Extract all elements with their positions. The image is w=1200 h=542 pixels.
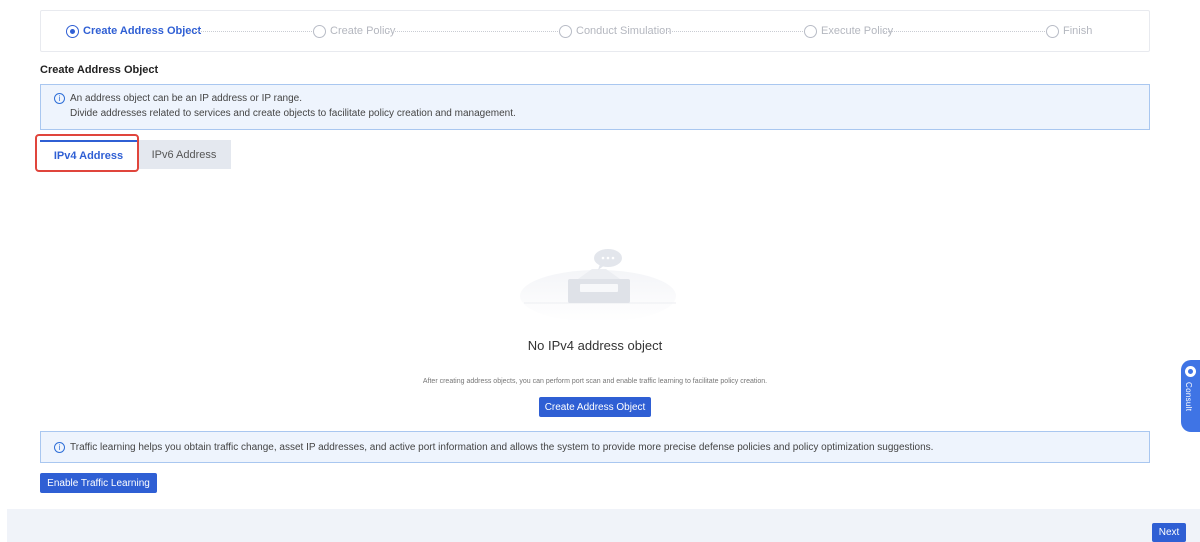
consult-button[interactable]: Consult [1181,360,1200,432]
create-address-object-button[interactable]: Create Address Object [539,397,651,417]
info-text-line1: An address object can be an IP address o… [70,93,303,104]
info-text-line2: Divide addresses related to services and… [70,108,516,119]
step-connector [662,31,803,32]
step-connector [388,31,558,32]
step-pending-icon [1046,24,1059,38]
step-label: Create Policy [330,25,396,37]
info-icon: i [54,93,65,104]
empty-state-description: After creating address objects, you can … [422,378,768,385]
empty-inbox-illustration-icon [520,249,676,322]
step-create-address-object: Create Address Object [66,11,201,51]
info-icon: i [54,442,65,453]
step-pending-icon [313,24,326,38]
enable-traffic-learning-button[interactable]: Enable Traffic Learning [40,473,157,493]
next-button[interactable]: Next [1152,523,1186,542]
address-object-info-box: i An address object can be an IP address… [40,84,1150,130]
tab-ipv4-address[interactable]: IPv4 Address [40,140,137,169]
consult-label: Consult [1184,382,1193,412]
step-connector [883,31,1045,32]
empty-state-title: No IPv4 address object [527,338,663,353]
section-title: Create Address Object [40,64,159,76]
footer-bar [7,509,1200,542]
chat-icon [1185,366,1196,377]
step-label: Create Address Object [83,25,202,37]
step-create-policy: Create Policy [313,11,395,51]
step-label: Conduct Simulation [576,25,672,37]
step-label: Finish [1063,25,1093,37]
step-pending-icon [559,24,572,38]
traffic-info-text: Traffic learning helps you obtain traffi… [70,442,934,453]
step-execute-policy: Execute Policy [804,11,893,51]
address-type-tabs: IPv4 Address IPv6 Address [40,140,231,170]
tab-ipv6-address[interactable]: IPv6 Address [137,140,231,169]
traffic-learning-info-box: i Traffic learning helps you obtain traf… [40,431,1150,463]
progress-stepper: Create Address Object Create Policy Cond… [40,10,1150,52]
step-active-icon [66,24,79,38]
step-finish: Finish [1046,11,1092,51]
step-connector [188,31,312,32]
step-conduct-simulation: Conduct Simulation [559,11,671,51]
step-pending-icon [804,24,817,38]
